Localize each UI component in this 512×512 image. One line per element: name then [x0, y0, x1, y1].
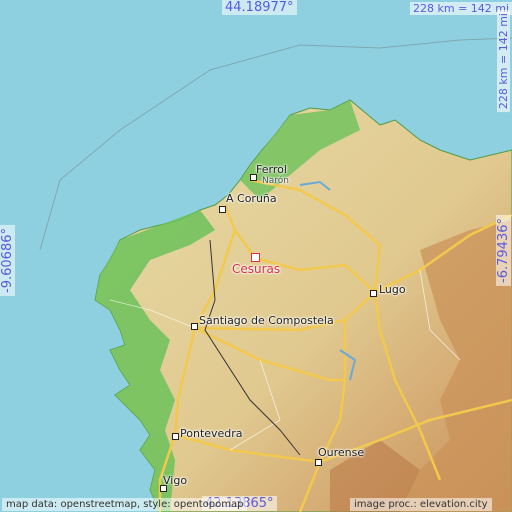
- cesuras-marker: [251, 253, 260, 262]
- place-santiago[interactable]: Santiago de Compostela: [199, 314, 334, 327]
- santiago-marker: [191, 323, 198, 330]
- lugo-marker: [370, 290, 377, 297]
- processing-attribution: image proc.: elevation.city: [350, 498, 492, 511]
- place-cesuras[interactable]: Cesuras: [232, 262, 280, 276]
- place-ferrol[interactable]: Ferrol: [256, 163, 287, 176]
- scale-label-right: 228 km = 142 mi: [497, 10, 510, 113]
- a-coruna-marker: [219, 206, 226, 213]
- east-longitude-label: -6.79436°: [496, 215, 511, 286]
- ourense-marker: [315, 459, 322, 466]
- place-lugo[interactable]: Lugo: [379, 283, 406, 296]
- place-a-coruna[interactable]: A Coruña: [226, 192, 277, 205]
- west-longitude-label: -9.60686°: [0, 225, 15, 296]
- place-pontevedra[interactable]: Pontevedra: [180, 427, 243, 440]
- pontevedra-marker: [172, 433, 179, 440]
- map-attribution: map data: openstreetmap, style: opentopo…: [2, 498, 248, 511]
- place-vigo[interactable]: Vigo: [163, 474, 187, 487]
- place-naron[interactable]: Narón: [262, 176, 289, 186]
- north-latitude-label: 44.18977°: [222, 0, 297, 15]
- map-view[interactable]: 44.18977° 42.13865° -9.60686° -6.79436° …: [0, 0, 512, 512]
- place-ourense[interactable]: Ourense: [318, 446, 364, 459]
